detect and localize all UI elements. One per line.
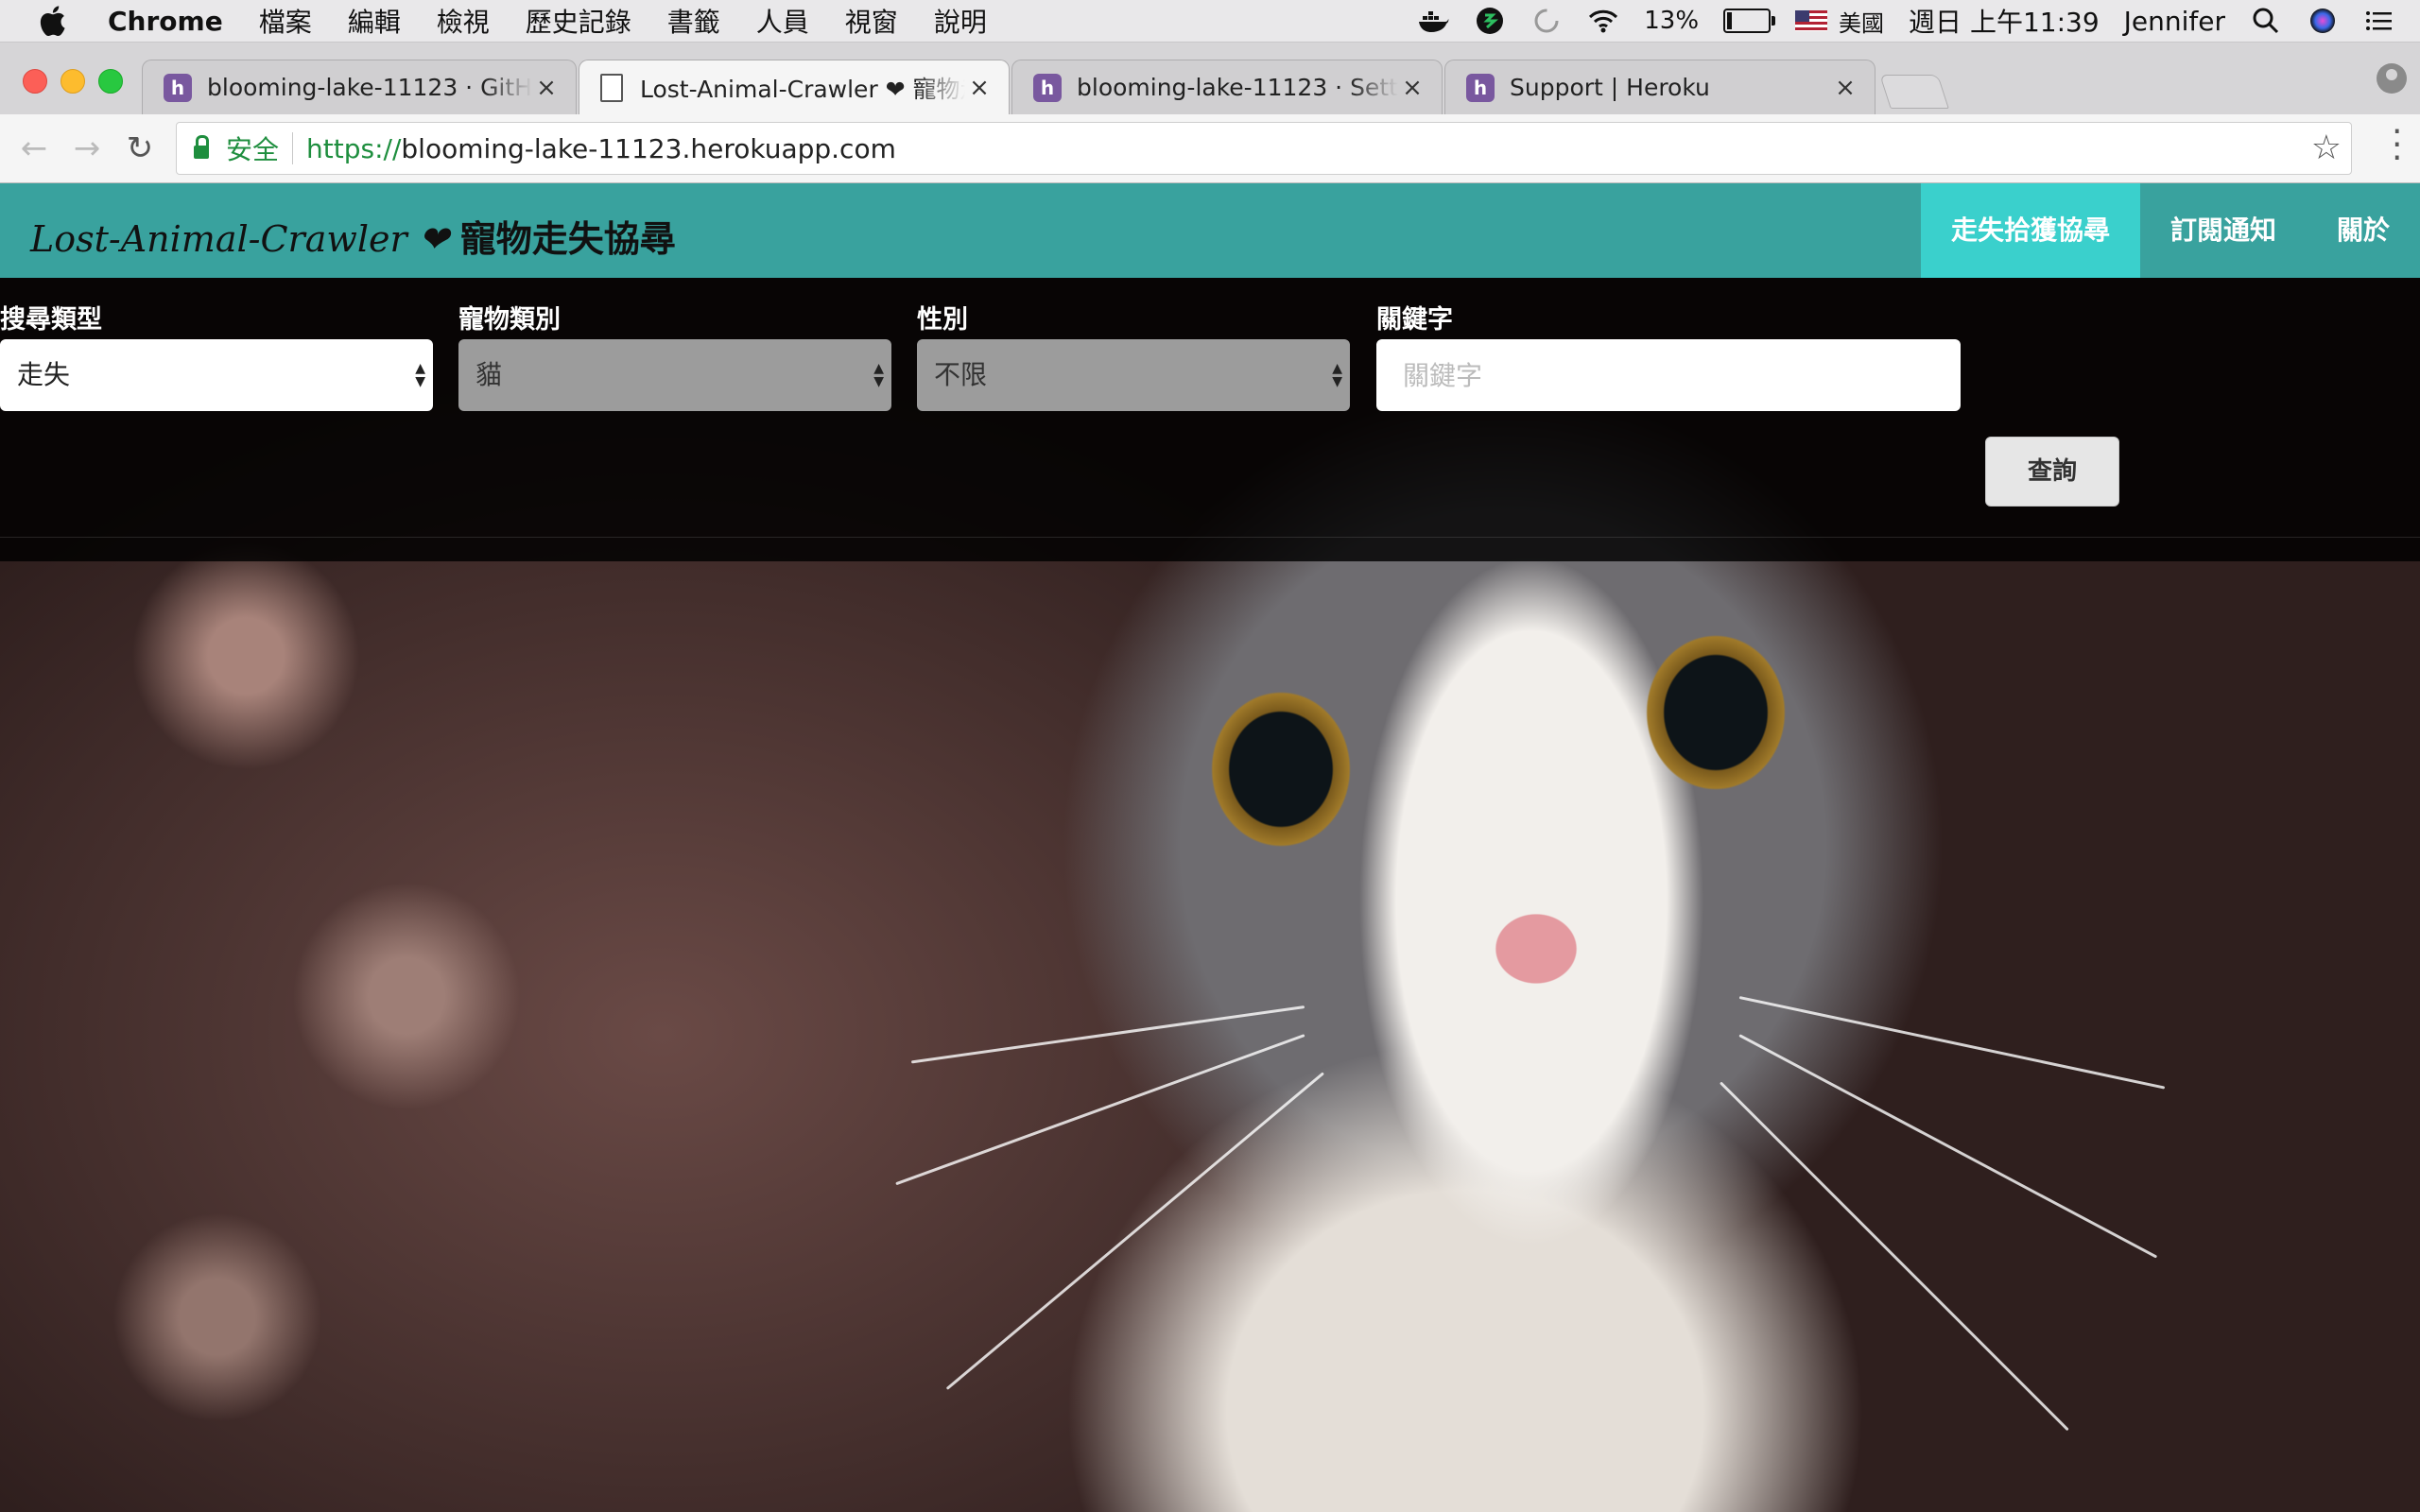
tab-title: blooming-lake-11123 · GitHub	[207, 74, 532, 101]
search-filter-bar: 搜尋類型 走失 ▲▼ 寵物類別 貓 ▲▼ 性別 不限 ▲▼ 關鍵字 查詢	[0, 278, 2420, 561]
apple-icon[interactable]	[38, 6, 66, 36]
chrome-menu-icon[interactable]: · · ·	[2392, 115, 2402, 176]
brand-chinese: 寵物走失協尋	[459, 218, 676, 260]
tab-title: blooming-lake-11123 · Settings	[1077, 74, 1398, 101]
security-label[interactable]: 安全	[226, 129, 279, 167]
forward-arrow-icon[interactable]: →	[66, 128, 108, 169]
reload-icon[interactable]: ↻	[119, 128, 161, 169]
search-type-label: 搜尋類型	[0, 305, 102, 335]
sync-icon[interactable]	[1530, 7, 1563, 35]
keyword-label: 關鍵字	[1376, 305, 1453, 335]
query-button[interactable]: 查詢	[1985, 437, 2119, 507]
window-zoom-button[interactable]	[98, 69, 123, 94]
pet-type-label: 寵物類別	[458, 305, 561, 335]
window-close-button[interactable]	[23, 69, 47, 94]
gender-label: 性別	[917, 305, 968, 335]
nav-lost-found[interactable]: 走失拾獲協尋	[1920, 183, 2140, 278]
new-tab-button[interactable]	[1879, 75, 1949, 109]
lock-icon[interactable]	[194, 135, 209, 159]
tab-lost-animal-crawler[interactable]: Lost-Animal-Crawler ❤ 寵物走失協尋 ×	[579, 60, 1010, 114]
whisker	[1719, 1081, 2069, 1432]
docker-icon[interactable]	[1417, 7, 1449, 35]
menu-help[interactable]: 說明	[934, 2, 987, 40]
close-icon[interactable]: ×	[965, 74, 994, 102]
siri-icon[interactable]	[2307, 7, 2339, 35]
address-bar[interactable]: 安全 https:// blooming-lake-11123.herokuap…	[176, 122, 2352, 175]
search-type-group: 搜尋類型 走失 ▲ ▼	[0, 299, 433, 411]
document-icon	[600, 73, 623, 102]
brand-english: Lost-Animal-Crawler ❤	[30, 218, 460, 260]
bookmark-star-icon[interactable]: ☆	[2311, 129, 2342, 167]
menu-view[interactable]: 檢視	[437, 2, 490, 40]
tab-heroku-support[interactable]: h Support | Heroku ×	[1444, 60, 1876, 114]
input-source-label[interactable]: 美國	[1839, 5, 1884, 38]
menubar-clock[interactable]: 週日 上午11:39	[1909, 2, 2100, 40]
heroku-icon: h	[164, 73, 192, 102]
close-icon[interactable]: ×	[532, 74, 561, 102]
pet-type-value: 貓	[475, 359, 503, 390]
nav-about[interactable]: 關於	[2307, 183, 2420, 278]
url-host: blooming-lake-11123.herokuapp.com	[401, 132, 896, 164]
url-scheme: https://	[306, 132, 402, 164]
back-arrow-icon[interactable]: ←	[13, 128, 55, 169]
tab-settings[interactable]: h blooming-lake-11123 · Settings ×	[1011, 60, 1443, 114]
nav-subscribe[interactable]: 訂閱通知	[2140, 183, 2307, 278]
select-arrows-icon: ▲ ▼	[873, 361, 884, 389]
whisker	[945, 1072, 1324, 1390]
gender-value: 不限	[934, 359, 988, 390]
battery-icon[interactable]	[1723, 9, 1776, 33]
tab-title: Lost-Animal-Crawler ❤ 寵物走失協尋	[640, 75, 965, 103]
menu-app-name[interactable]: Chrome	[108, 6, 223, 37]
tab-github[interactable]: h blooming-lake-11123 · GitHub ×	[142, 60, 577, 114]
select-arrows-icon: ▲ ▼	[415, 361, 425, 389]
menu-people[interactable]: 人員	[756, 2, 809, 40]
filter-divider	[0, 537, 2420, 538]
close-icon[interactable]: ×	[1398, 74, 1426, 102]
window-minimize-button[interactable]	[60, 69, 85, 94]
notification-center-icon[interactable]	[2363, 7, 2395, 35]
pet-type-select[interactable]: 貓 ▲ ▼	[458, 339, 891, 411]
browser-toolbar: ← → ↻ 安全 https:// blooming-lake-11123.he…	[0, 114, 2420, 183]
macos-menu-bar: Chrome 檔案 編輯 檢視 歷史記錄 書籤 人員 視窗 說明 13% 美國 …	[0, 0, 2420, 43]
spotlight-search-icon[interactable]	[2250, 7, 2282, 35]
site-brand[interactable]: Lost-Animal-Crawler ❤ 寵物走失協尋	[30, 210, 676, 262]
whisker	[1738, 996, 2166, 1090]
browser-tab-strip: h blooming-lake-11123 · GitHub × Lost-An…	[0, 43, 2420, 114]
us-flag-icon[interactable]	[1795, 10, 1828, 31]
pet-type-group: 寵物類別 貓 ▲ ▼	[458, 299, 891, 411]
search-type-select[interactable]: 走失 ▲ ▼	[0, 339, 433, 411]
close-icon[interactable]: ×	[1831, 74, 1859, 102]
keyword-group: 關鍵字	[1376, 299, 1961, 411]
menu-window[interactable]: 視窗	[845, 2, 898, 40]
tab-title: Support | Heroku	[1510, 74, 1710, 101]
menu-edit[interactable]: 編輯	[348, 2, 401, 40]
menubar-user[interactable]: Jennifer	[2124, 6, 2225, 37]
wifi-icon[interactable]	[1587, 7, 1619, 35]
menu-history[interactable]: 歷史記錄	[526, 2, 631, 40]
select-arrows-icon: ▲ ▼	[1332, 361, 1342, 389]
whisker	[1738, 1034, 2158, 1259]
evernote-icon[interactable]	[1474, 7, 1506, 35]
menu-bookmarks[interactable]: 書籤	[667, 2, 720, 40]
profile-icon[interactable]	[2377, 63, 2407, 94]
battery-percent: 13%	[1644, 7, 1700, 35]
heroku-icon: h	[1033, 73, 1062, 102]
gender-select[interactable]: 不限 ▲ ▼	[917, 339, 1350, 411]
gender-group: 性別 不限 ▲ ▼	[917, 299, 1350, 411]
heroku-icon: h	[1466, 73, 1495, 102]
search-type-value: 走失	[17, 359, 71, 390]
menu-file[interactable]: 檔案	[259, 2, 312, 40]
web-page: Lost-Animal-Crawler ❤ 寵物走失協尋 走失拾獲協尋 訂閱通知…	[0, 183, 2420, 1512]
omnibox-divider	[292, 132, 294, 164]
site-navbar: Lost-Animal-Crawler ❤ 寵物走失協尋 走失拾獲協尋 訂閱通知…	[0, 183, 2420, 278]
keyword-input[interactable]	[1376, 339, 1961, 411]
